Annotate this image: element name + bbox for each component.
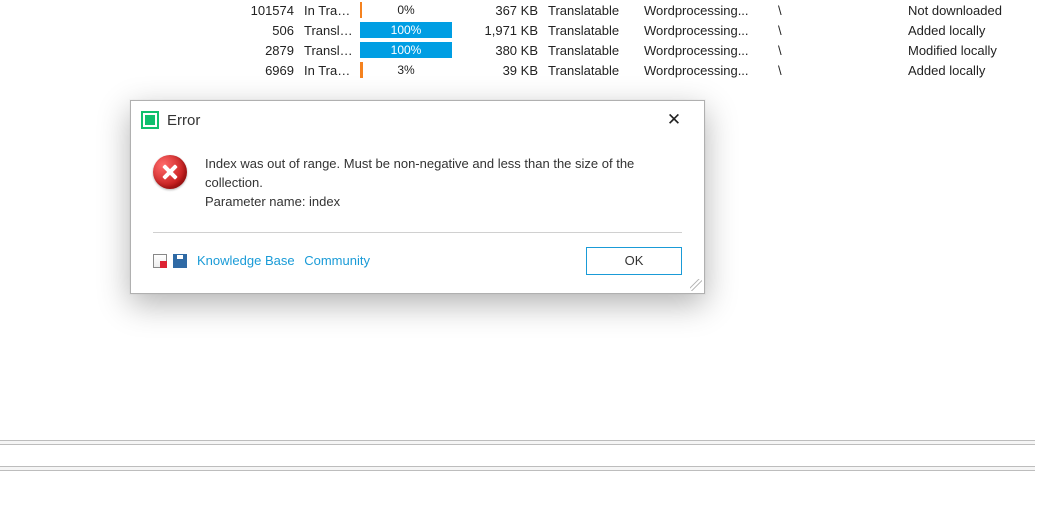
- cell-type: Translatable: [548, 3, 644, 18]
- table-row[interactable]: 2879 Translati... 100% 380 KB Translatab…: [0, 40, 1039, 60]
- cell-format: Wordprocessing...: [644, 43, 774, 58]
- dialog-title-text: Error: [167, 112, 200, 129]
- cell-progress: 100%: [356, 42, 456, 58]
- error-message: Index was out of range. Must be non-nega…: [205, 155, 682, 212]
- cell-download-status: Added locally: [812, 23, 972, 38]
- cell-path: \: [774, 3, 812, 18]
- error-dialog: Error ✕ Index was out of range. Must be …: [130, 100, 705, 294]
- knowledge-base-link[interactable]: Knowledge Base: [197, 253, 295, 268]
- cell-path: \: [774, 23, 812, 38]
- cell-id: 506: [232, 23, 300, 38]
- cell-size: 39 KB: [456, 63, 548, 78]
- copy-error-icon[interactable]: [153, 254, 167, 268]
- table-row[interactable]: 506 Translati... 100% 1,971 KB Translata…: [0, 20, 1039, 40]
- cell-format: Wordprocessing...: [644, 3, 774, 18]
- cell-download-status: Modified locally: [812, 43, 972, 58]
- pane-divider[interactable]: [0, 440, 1035, 445]
- cell-download-status: Added locally: [812, 63, 972, 78]
- close-icon[interactable]: ✕: [654, 110, 694, 130]
- cell-path: \: [774, 63, 812, 78]
- file-table: 101574 In Transl... 0% 367 KB Translatab…: [0, 0, 1039, 80]
- error-icon: [153, 155, 187, 189]
- cell-status: Translati...: [300, 23, 356, 38]
- cell-type: Translatable: [548, 23, 644, 38]
- resize-grip[interactable]: [690, 279, 702, 291]
- cell-id: 2879: [232, 43, 300, 58]
- cell-type: Translatable: [548, 63, 644, 78]
- cell-size: 380 KB: [456, 43, 548, 58]
- cell-progress: 0%: [356, 2, 456, 18]
- cell-size: 1,971 KB: [456, 23, 548, 38]
- cell-download-status: Not downloaded: [812, 3, 972, 18]
- cell-progress: 100%: [356, 22, 456, 38]
- app-icon: [141, 111, 159, 129]
- cell-format: Wordprocessing...: [644, 63, 774, 78]
- table-row[interactable]: 6969 In Transl... 3% 39 KB Translatable …: [0, 60, 1039, 80]
- dialog-titlebar[interactable]: Error ✕: [131, 101, 704, 139]
- community-link[interactable]: Community: [304, 253, 370, 268]
- cell-size: 367 KB: [456, 3, 548, 18]
- cell-format: Wordprocessing...: [644, 23, 774, 38]
- cell-progress: 3%: [356, 62, 456, 78]
- table-row[interactable]: 101574 In Transl... 0% 367 KB Translatab…: [0, 0, 1039, 20]
- help-links: Knowledge Base Community: [197, 253, 370, 268]
- cell-path: \: [774, 43, 812, 58]
- cell-status: In Transl...: [300, 63, 356, 78]
- cell-status: Translati...: [300, 43, 356, 58]
- cell-id: 101574: [232, 3, 300, 18]
- save-error-icon[interactable]: [173, 254, 187, 268]
- cell-id: 6969: [232, 63, 300, 78]
- cell-type: Translatable: [548, 43, 644, 58]
- ok-button[interactable]: OK: [586, 247, 682, 275]
- cell-status: In Transl...: [300, 3, 356, 18]
- pane-divider[interactable]: [0, 466, 1035, 471]
